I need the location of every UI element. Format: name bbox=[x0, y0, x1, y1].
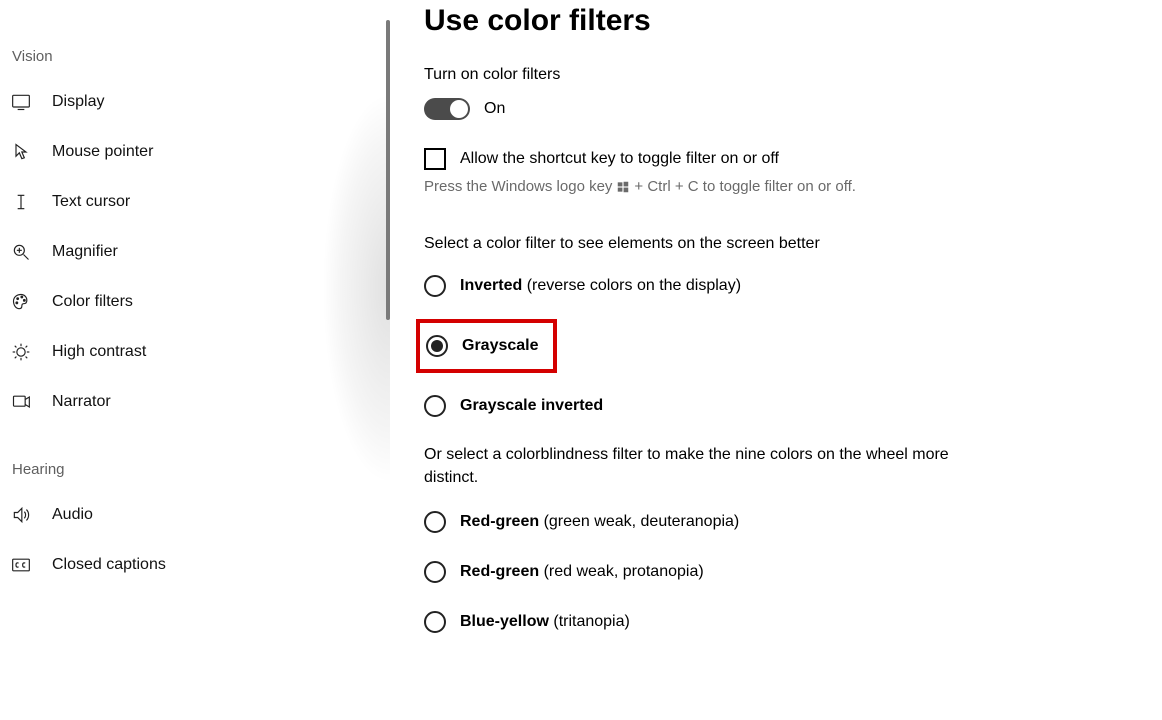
audio-icon bbox=[10, 504, 32, 526]
radio-tritanopia[interactable]: Blue-yellow (tritanopia) bbox=[424, 609, 1132, 635]
sidebar-scrollbar[interactable] bbox=[386, 20, 390, 320]
sidebar-item-audio[interactable]: Audio bbox=[0, 490, 390, 540]
radio-deuteranopia-control[interactable] bbox=[424, 511, 446, 533]
sidebar-group-hearing: Hearing bbox=[0, 427, 390, 490]
shortcut-hint: Press the Windows logo key + Ctrl + C to… bbox=[424, 178, 1132, 195]
radio-deuteranopia-label: Red-green (green weak, deuteranopia) bbox=[460, 513, 739, 531]
sidebar-item-closed-captions[interactable]: Closed captions bbox=[0, 540, 390, 590]
radio-protanopia[interactable]: Red-green (red weak, protanopia) bbox=[424, 559, 1132, 585]
content-pane: Use color filters Turn on color filters … bbox=[390, 0, 1162, 720]
sidebar-item-label: Audio bbox=[52, 506, 93, 524]
shortcut-checkbox-row: Allow the shortcut key to toggle filter … bbox=[424, 148, 1132, 170]
shortcut-checkbox-label: Allow the shortcut key to toggle filter … bbox=[460, 150, 779, 168]
narrator-icon bbox=[10, 391, 32, 413]
radio-inverted-label: Inverted (reverse colors on the display) bbox=[460, 277, 741, 295]
radio-grayscale-control[interactable] bbox=[426, 335, 448, 357]
display-icon bbox=[10, 91, 32, 113]
shortcut-hint-post: + Ctrl + C to toggle filter on or off. bbox=[634, 178, 856, 195]
radio-grayscale-inverted[interactable]: Grayscale inverted bbox=[424, 393, 1132, 419]
radio-tritanopia-label: Blue-yellow (tritanopia) bbox=[460, 613, 630, 631]
closed-captions-icon bbox=[10, 554, 32, 576]
radio-grayscale-inverted-label: Grayscale inverted bbox=[460, 397, 603, 415]
sidebar-item-high-contrast[interactable]: High contrast bbox=[0, 327, 390, 377]
shortcut-hint-pre: Press the Windows logo key bbox=[424, 178, 612, 195]
sidebar-item-mouse-pointer[interactable]: Mouse pointer bbox=[0, 127, 390, 177]
sidebar-item-text-cursor[interactable]: Text cursor bbox=[0, 177, 390, 227]
sidebar-item-label: Narrator bbox=[52, 393, 111, 411]
sidebar-item-label: Mouse pointer bbox=[52, 143, 153, 161]
radio-deuteranopia[interactable]: Red-green (green weak, deuteranopia) bbox=[424, 509, 1132, 535]
colorblind-intro: Or select a colorblindness filter to mak… bbox=[424, 443, 984, 489]
page-title: Use color filters bbox=[424, 4, 1132, 38]
windows-key-icon bbox=[616, 180, 630, 194]
toggle-state-label: On bbox=[484, 100, 505, 118]
sidebar-item-display[interactable]: Display bbox=[0, 77, 390, 127]
sidebar-item-label: Magnifier bbox=[52, 243, 118, 261]
radio-inverted[interactable]: Inverted (reverse colors on the display) bbox=[424, 273, 1132, 299]
text-cursor-icon bbox=[10, 191, 32, 213]
radio-grayscale[interactable]: Grayscale bbox=[426, 333, 539, 359]
sidebar-item-magnifier[interactable]: Magnifier bbox=[0, 227, 390, 277]
color-filters-toggle-row: On bbox=[424, 98, 1132, 120]
sidebar-item-label: High contrast bbox=[52, 343, 146, 361]
sidebar-item-label: Color filters bbox=[52, 293, 133, 311]
sidebar-item-label: Display bbox=[52, 93, 104, 111]
radio-grayscale-inverted-control[interactable] bbox=[424, 395, 446, 417]
mouse-pointer-icon bbox=[10, 141, 32, 163]
sidebar-item-color-filters[interactable]: Color filters bbox=[0, 277, 390, 327]
sidebar-group-vision: Vision bbox=[0, 30, 390, 77]
sidebar: Vision Display Mouse pointer Text cursor… bbox=[0, 0, 390, 720]
sidebar-item-label: Closed captions bbox=[52, 556, 166, 574]
sidebar-item-label: Text cursor bbox=[52, 193, 130, 211]
filter-select-label: Select a color filter to see elements on… bbox=[424, 235, 1132, 253]
radio-tritanopia-control[interactable] bbox=[424, 611, 446, 633]
highlight-box: Grayscale bbox=[416, 319, 557, 373]
shortcut-checkbox[interactable] bbox=[424, 148, 446, 170]
magnifier-icon bbox=[10, 241, 32, 263]
color-filters-toggle[interactable] bbox=[424, 98, 470, 120]
radio-inverted-control[interactable] bbox=[424, 275, 446, 297]
toggle-section-label: Turn on color filters bbox=[424, 66, 1132, 84]
settings-window: Vision Display Mouse pointer Text cursor… bbox=[0, 0, 1162, 720]
radio-grayscale-label: Grayscale bbox=[462, 337, 539, 355]
radio-protanopia-control[interactable] bbox=[424, 561, 446, 583]
sidebar-item-narrator[interactable]: Narrator bbox=[0, 377, 390, 427]
high-contrast-icon bbox=[10, 341, 32, 363]
color-filters-icon bbox=[10, 291, 32, 313]
radio-protanopia-label: Red-green (red weak, protanopia) bbox=[460, 563, 704, 581]
